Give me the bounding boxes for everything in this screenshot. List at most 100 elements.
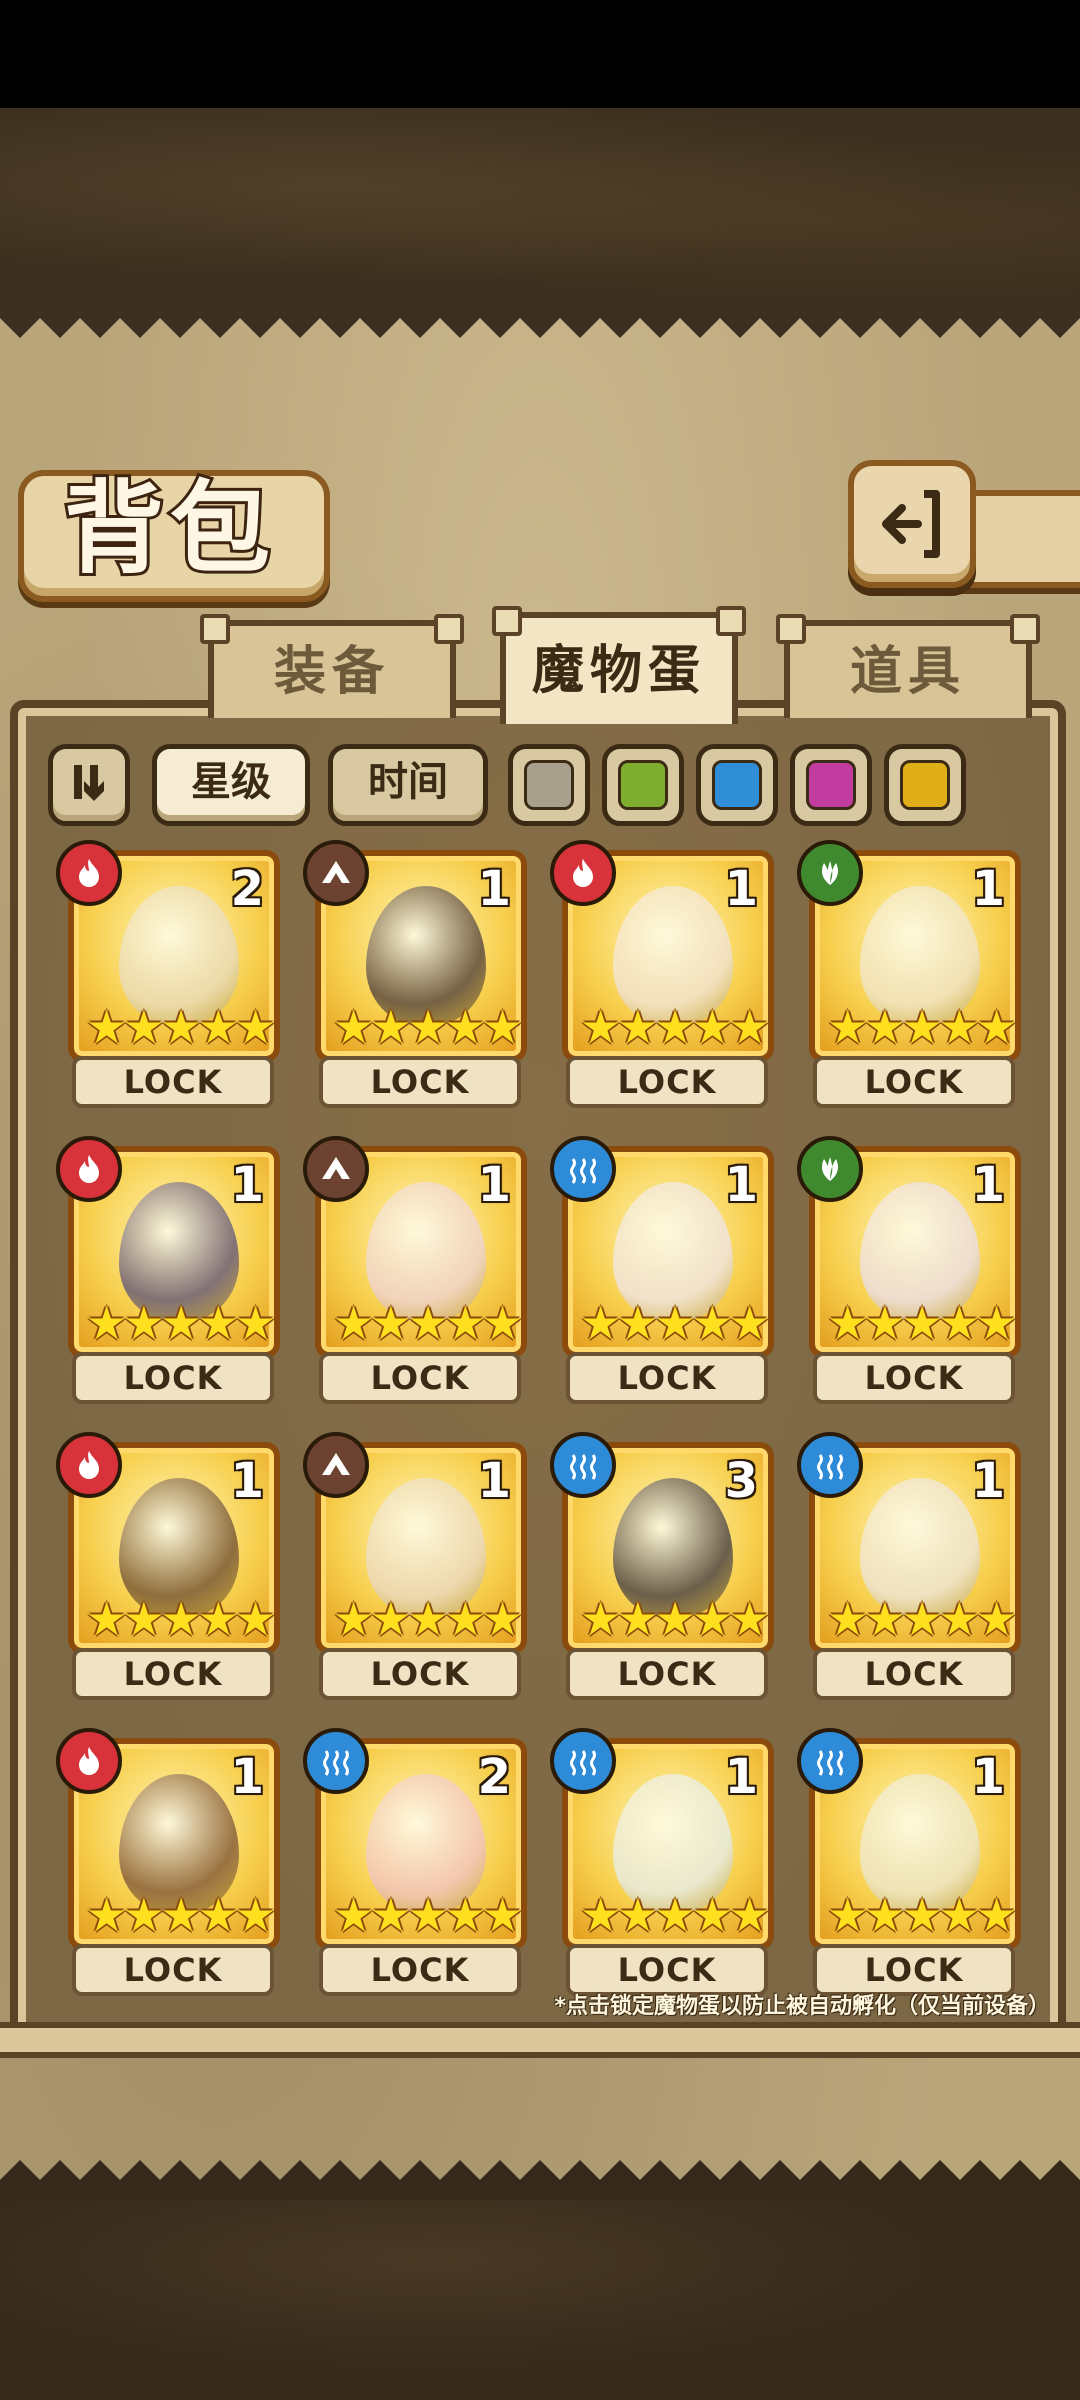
egg-count: 1	[724, 861, 758, 917]
filter-blue-button[interactable]	[696, 744, 778, 826]
egg-card[interactable]: 2 ★★★★★ LOCK	[56, 840, 280, 1110]
element-water-icon	[303, 1728, 369, 1794]
egg-count: 1	[477, 1157, 511, 1213]
egg-stars: ★★★★★	[580, 1000, 770, 1054]
lock-button[interactable]: LOCK	[319, 1352, 521, 1404]
lock-button[interactable]: LOCK	[72, 1352, 274, 1404]
egg-stars: ★★★★★	[827, 1888, 1017, 1942]
egg-count: 1	[971, 1157, 1005, 1213]
egg-card[interactable]: 3 ★★★★★ LOCK	[550, 1432, 774, 1702]
top-map-background	[0, 108, 1080, 298]
egg-card[interactable]: 1 ★★★★★ LOCK	[550, 1136, 774, 1406]
status-bar	[0, 0, 1080, 108]
lock-button[interactable]: LOCK	[72, 1056, 274, 1108]
green-swatch	[618, 760, 668, 810]
egg-card[interactable]: 1 ★★★★★ LOCK	[303, 1432, 527, 1702]
egg-count: 1	[230, 1453, 264, 1509]
element-fire-icon	[550, 840, 616, 906]
element-water-icon	[550, 1728, 616, 1794]
element-fire-icon	[56, 1432, 122, 1498]
egg-count: 3	[724, 1453, 758, 1509]
egg-card[interactable]: 1 ★★★★★ LOCK	[303, 840, 527, 1110]
sort-by-time-button[interactable]: 时间	[328, 744, 488, 826]
lock-button[interactable]: LOCK	[319, 1056, 521, 1108]
egg-card[interactable]: 1 ★★★★★ LOCK	[550, 840, 774, 1110]
element-fire-icon	[56, 1728, 122, 1794]
sort-order-icon	[74, 765, 104, 801]
egg-card[interactable]: 1 ★★★★★ LOCK	[550, 1728, 774, 1998]
egg-stars: ★★★★★	[86, 1592, 276, 1646]
lock-button[interactable]: LOCK	[566, 1648, 768, 1700]
egg-count: 1	[971, 861, 1005, 917]
back-arrow-icon	[882, 490, 940, 558]
element-wood-icon	[797, 840, 863, 906]
tab-items[interactable]: 道具	[776, 614, 1040, 718]
egg-card[interactable]: 1 ★★★★★ LOCK	[797, 1432, 1021, 1702]
sort-order-button[interactable]	[48, 744, 130, 826]
filter-gray-button[interactable]	[508, 744, 590, 826]
egg-card[interactable]: 1 ★★★★★ LOCK	[303, 1136, 527, 1406]
egg-count: 1	[971, 1749, 1005, 1805]
blue-swatch	[712, 760, 762, 810]
egg-count: 1	[230, 1749, 264, 1805]
egg-stars: ★★★★★	[333, 1592, 523, 1646]
lock-button[interactable]: LOCK	[319, 1648, 521, 1700]
lock-button[interactable]: LOCK	[319, 1944, 521, 1996]
element-water-icon	[797, 1432, 863, 1498]
filter-pink-button[interactable]	[790, 744, 872, 826]
egg-card[interactable]: 1 ★★★★★ LOCK	[56, 1728, 280, 1998]
lock-button[interactable]: LOCK	[566, 1352, 768, 1404]
egg-card[interactable]: 2 ★★★★★ LOCK	[303, 1728, 527, 1998]
page-title: 背包	[61, 466, 276, 590]
tab-equipment[interactable]: 装备	[200, 614, 464, 718]
torn-edge-top	[0, 298, 1080, 338]
pink-swatch	[806, 760, 856, 810]
egg-card[interactable]: 1 ★★★★★ LOCK	[797, 840, 1021, 1110]
egg-count: 1	[724, 1749, 758, 1805]
lock-button[interactable]: LOCK	[813, 1648, 1015, 1700]
tab-monster-eggs[interactable]: 魔物蛋	[492, 606, 746, 724]
lock-button[interactable]: LOCK	[72, 1648, 274, 1700]
lock-button[interactable]: LOCK	[813, 1056, 1015, 1108]
egg-card[interactable]: 1 ★★★★★ LOCK	[56, 1136, 280, 1406]
egg-stars: ★★★★★	[580, 1592, 770, 1646]
element-wood-icon	[797, 1136, 863, 1202]
egg-stars: ★★★★★	[86, 1888, 276, 1942]
egg-card[interactable]: 1 ★★★★★ LOCK	[797, 1728, 1021, 1998]
egg-stars: ★★★★★	[333, 1000, 523, 1054]
panel-bottom-rail	[0, 2022, 1080, 2058]
gray-swatch	[524, 760, 574, 810]
element-earth-icon	[303, 1136, 369, 1202]
element-fire-icon	[56, 840, 122, 906]
egg-card[interactable]: 1 ★★★★★ LOCK	[56, 1432, 280, 1702]
egg-count: 1	[230, 1157, 264, 1213]
sort-by-star-button[interactable]: 星级	[152, 744, 310, 826]
egg-stars: ★★★★★	[86, 1000, 276, 1054]
egg-stars: ★★★★★	[827, 1296, 1017, 1350]
element-water-icon	[550, 1136, 616, 1202]
egg-count: 1	[724, 1157, 758, 1213]
lock-button[interactable]: LOCK	[813, 1352, 1015, 1404]
egg-stars: ★★★★★	[86, 1296, 276, 1350]
filter-green-button[interactable]	[602, 744, 684, 826]
egg-stars: ★★★★★	[827, 1592, 1017, 1646]
egg-stars: ★★★★★	[333, 1296, 523, 1350]
lock-button[interactable]: LOCK	[566, 1056, 768, 1108]
bottom-map-background	[0, 2200, 1080, 2400]
element-fire-icon	[56, 1136, 122, 1202]
filter-yellow-button[interactable]	[884, 744, 966, 826]
back-button[interactable]	[848, 460, 976, 588]
torn-edge-bottom	[0, 2160, 1080, 2200]
lock-button[interactable]: LOCK	[72, 1944, 274, 1996]
egg-stars: ★★★★★	[333, 1888, 523, 1942]
element-water-icon	[550, 1432, 616, 1498]
egg-card[interactable]: 1 ★★★★★ LOCK	[797, 1136, 1021, 1406]
egg-stars: ★★★★★	[827, 1000, 1017, 1054]
egg-stars: ★★★★★	[580, 1888, 770, 1942]
egg-count: 1	[477, 1453, 511, 1509]
element-water-icon	[797, 1728, 863, 1794]
egg-stars: ★★★★★	[580, 1296, 770, 1350]
egg-count: 1	[971, 1453, 1005, 1509]
yellow-swatch	[900, 760, 950, 810]
element-earth-icon	[303, 1432, 369, 1498]
